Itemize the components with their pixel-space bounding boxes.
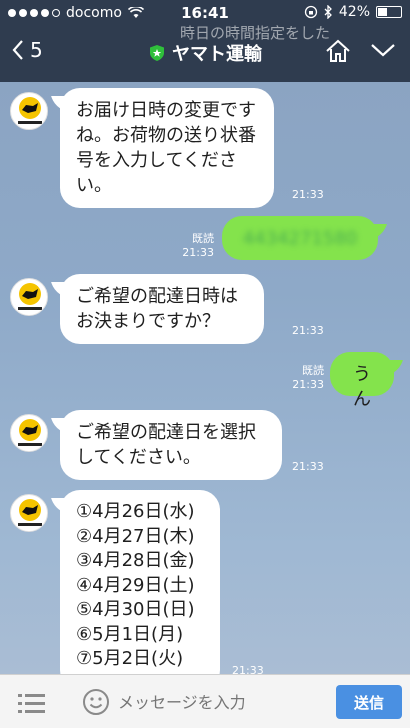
battery-icon xyxy=(376,6,402,18)
avatar[interactable] xyxy=(10,278,48,316)
read-receipt: 既読 21:33 xyxy=(292,364,324,391)
avatar[interactable] xyxy=(10,92,48,130)
date-option[interactable]: ②4月27日(木) xyxy=(76,525,204,550)
message-time: 21:33 xyxy=(292,460,324,473)
yamato-logo-icon xyxy=(18,499,42,526)
message-time: 21:33 xyxy=(292,188,324,201)
official-badge-icon xyxy=(150,45,164,61)
send-button[interactable]: 送信 xyxy=(336,685,402,719)
date-options-bubble[interactable]: ①4月26日(水) ②4月27日(木) ③4月28日(金) ④4月29日(土) … xyxy=(60,490,220,690)
message-text: ご希望の配達日を選択してください。 xyxy=(76,422,256,468)
bluetooth-icon xyxy=(324,5,332,19)
chat-title-label: ヤマト運輸 xyxy=(172,44,262,65)
status-icons: 42% xyxy=(304,4,402,20)
yamato-logo-icon xyxy=(18,419,42,446)
message-text: ご希望の配達日時はお決まりですか？ xyxy=(76,286,238,332)
status-bar: docomo 16:41 42% 時日の時間指定をした xyxy=(0,0,410,42)
message-bubble[interactable]: お届け日時の変更ですね。お荷物の送り状番号を入力してください。 xyxy=(60,88,274,208)
header: docomo 16:41 42% 時日の時間指定をした 5 ヤマト運輸 xyxy=(0,0,410,82)
message-time: 21:33 xyxy=(292,324,324,337)
emoji-icon[interactable] xyxy=(82,688,110,716)
date-option[interactable]: ④4月29日(土) xyxy=(76,574,204,599)
lock-rotation-icon xyxy=(304,5,318,19)
battery-percent: 42% xyxy=(338,4,370,20)
date-option[interactable]: ⑤4月30日(日) xyxy=(76,598,204,623)
date-option[interactable]: ③4月28日(金) xyxy=(76,549,204,574)
message-bubble-mine[interactable]: 4434271580 xyxy=(222,216,378,260)
yamato-logo-icon xyxy=(18,97,42,124)
input-bar: 送信 xyxy=(0,674,410,728)
date-option[interactable]: ①4月26日(水) xyxy=(76,500,204,525)
read-receipt: 既読 21:33 xyxy=(182,232,214,259)
avatar[interactable] xyxy=(10,494,48,532)
home-icon[interactable] xyxy=(324,38,352,64)
avatar[interactable] xyxy=(10,414,48,452)
message-text: お届け日時の変更ですね。お荷物の送り状番号を入力してください。 xyxy=(76,100,256,196)
nav-bar: 5 ヤマト運輸 xyxy=(0,30,410,78)
yamato-logo-icon xyxy=(18,283,42,310)
date-option[interactable]: ⑥5月1日(月) xyxy=(76,623,204,648)
message-bubble-mine[interactable]: うん xyxy=(330,352,394,410)
message-text: 4434271580 xyxy=(242,228,358,249)
chevron-down-icon[interactable] xyxy=(370,42,396,58)
menu-icon[interactable] xyxy=(18,692,46,714)
message-text: うん xyxy=(353,364,371,410)
message-input[interactable] xyxy=(118,688,328,716)
message-bubble[interactable]: ご希望の配達日を選択してください。 xyxy=(60,410,282,480)
date-option[interactable]: ⑦5月2日(火) xyxy=(76,647,204,672)
message-bubble[interactable]: ご希望の配達日時はお決まりですか？ xyxy=(60,274,264,344)
